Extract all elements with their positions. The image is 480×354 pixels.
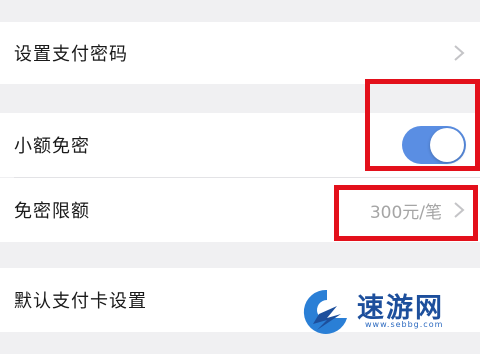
small-amount-free-label: 小额免密: [14, 136, 90, 157]
default-card-label: 默认支付卡设置: [14, 291, 147, 312]
watermark-logo-icon: [303, 289, 347, 334]
toggle-highlight-box: [365, 79, 480, 171]
watermark: 速游网 www.sebbg.com: [297, 284, 477, 340]
free-limit-label: 免密限额: [14, 201, 90, 222]
chevron-right-icon: [454, 45, 465, 61]
payment-settings-screen: 设置支付密码 小额免密 免密限额 300元/笔 默认支付卡设置 速游网 www.…: [0, 0, 480, 354]
payment-password-row[interactable]: 设置支付密码: [0, 22, 480, 84]
watermark-url: www.sebbg.com: [365, 320, 444, 329]
payment-password-label: 设置支付密码: [14, 44, 128, 65]
limit-highlight-box: [334, 185, 478, 241]
